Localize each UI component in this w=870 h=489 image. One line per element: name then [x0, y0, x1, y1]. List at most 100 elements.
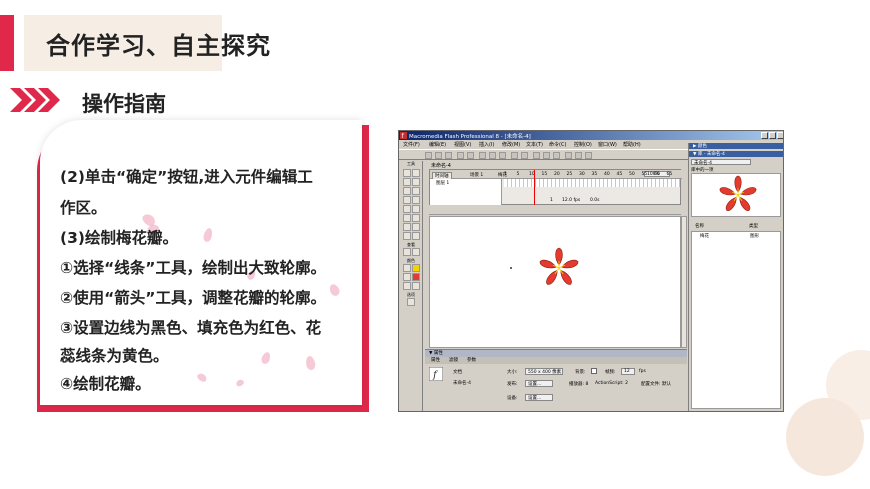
save-icon[interactable] [445, 152, 452, 159]
library-col-name[interactable]: 名称 [695, 223, 704, 229]
align-icon[interactable] [585, 152, 592, 159]
paste-icon[interactable] [499, 152, 506, 159]
fill-color-icon[interactable] [403, 273, 411, 281]
hand-tool-icon[interactable] [403, 248, 411, 256]
frame-number: 1 [504, 172, 507, 177]
instruction-line: ③设置边线为黑色、填充色为红色、花 [60, 319, 322, 337]
device-settings-button[interactable]: 设置... [525, 394, 553, 401]
frame-number: 45 [616, 172, 623, 177]
library-document-select[interactable]: 未命名-4 [691, 159, 751, 166]
instruction-line: (2)单击“确定”按钮,进入元件编辑工 [60, 168, 313, 186]
line-tool-icon[interactable] [403, 178, 411, 186]
copy-icon[interactable] [489, 152, 496, 159]
smooth-icon[interactable] [543, 152, 550, 159]
pen-tool-icon[interactable] [403, 187, 411, 195]
library-preview [691, 173, 781, 217]
snap-icon[interactable] [533, 152, 540, 159]
menu-text[interactable]: 文本(T) [526, 141, 543, 148]
close-button[interactable] [777, 132, 783, 139]
right-panel: ▶ 颜色 ▼ 库 - 未命名-4 未命名-4 库中的一项 名称 类型 梅花 图形 [688, 143, 783, 411]
fill-transform-tool-icon[interactable] [412, 214, 420, 222]
pencil-tool-icon[interactable] [403, 205, 411, 213]
tab-properties[interactable]: 属性 [431, 357, 440, 363]
scale-icon[interactable] [575, 152, 582, 159]
menu-file[interactable]: 文件(F) [403, 141, 420, 148]
frame-number: 20 [554, 172, 560, 177]
oval-tool-icon[interactable] [403, 196, 411, 204]
frame-number: 60 [654, 172, 660, 177]
rotate-icon[interactable] [565, 152, 572, 159]
section-heading: 操作指南 [82, 92, 166, 116]
library-panel-header[interactable]: ▼ 库 - 未命名-4 [689, 151, 783, 157]
menu-window[interactable]: 窗口(W) [598, 141, 617, 148]
main-toolbar [399, 149, 689, 160]
library-col-type[interactable]: 类型 [749, 223, 758, 229]
maximize-button[interactable] [769, 132, 776, 139]
color-panel-header[interactable]: ▶ 颜色 [689, 143, 783, 149]
menu-control[interactable]: 控制(O) [574, 141, 592, 148]
snap-option-icon[interactable] [407, 298, 415, 306]
publish-label: 发布: [507, 382, 518, 387]
eyedropper-tool-icon[interactable] [403, 232, 411, 240]
layer-name[interactable]: 图层 1 [436, 180, 449, 186]
text-tool-icon[interactable] [412, 187, 420, 195]
preview-icon[interactable] [467, 152, 474, 159]
new-file-icon[interactable] [425, 152, 432, 159]
redo-icon[interactable] [521, 152, 528, 159]
eraser-tool-icon[interactable] [412, 232, 420, 240]
scene-label[interactable]: 场景 1 [470, 172, 483, 178]
rectangle-tool-icon[interactable] [412, 196, 420, 204]
tab-parameters[interactable]: 参数 [467, 357, 476, 363]
stroke-color-icon[interactable] [403, 264, 411, 272]
lasso-tool-icon[interactable] [412, 178, 420, 186]
ink-bottle-tool-icon[interactable] [403, 223, 411, 231]
doc-type-label: 文档 [453, 370, 462, 375]
menu-view[interactable]: 视图(V) [454, 141, 471, 148]
print-icon[interactable] [457, 152, 464, 159]
flash-document-icon: f [429, 367, 443, 381]
plum-blossom-graphic[interactable] [538, 247, 580, 289]
paint-bucket-tool-icon[interactable] [412, 223, 420, 231]
menu-edit[interactable]: 编辑(E) [429, 141, 446, 148]
free-transform-tool-icon[interactable] [403, 214, 411, 222]
actions-header[interactable]: ▼ 属性 [425, 350, 687, 357]
size-button[interactable]: 550 x 400 像素 [525, 368, 563, 375]
fps-input[interactable]: 12 [621, 368, 635, 375]
frame-number: 15 [541, 172, 548, 177]
swap-colors-icon[interactable] [412, 282, 420, 290]
menu-insert[interactable]: 插入(I) [479, 141, 494, 148]
stage[interactable] [429, 216, 681, 348]
arrow-tool-icon[interactable] [403, 169, 411, 177]
brush-tool-icon[interactable] [412, 205, 420, 213]
stroke-swatch[interactable] [412, 264, 420, 272]
tab-filters[interactable]: 滤镜 [449, 357, 458, 363]
undo-icon[interactable] [511, 152, 518, 159]
frame-number: 50 [629, 172, 635, 177]
library-item-name[interactable]: 梅花 [700, 233, 709, 239]
doc-name: 未命名-4 [453, 381, 471, 386]
frame-number: 25 [566, 172, 573, 177]
frame-row[interactable] [504, 179, 680, 187]
menu-modify[interactable]: 修改(M) [502, 141, 520, 148]
minimize-button[interactable] [761, 132, 768, 139]
zoom-tool-icon[interactable] [412, 248, 420, 256]
flash-window: f Macromedia Flash Professional 8 - [未命名… [398, 130, 784, 412]
default-colors-icon[interactable] [403, 282, 411, 290]
subselect-tool-icon[interactable] [412, 169, 420, 177]
background-color-swatch[interactable] [591, 368, 597, 374]
menu-commands[interactable]: 命令(C) [549, 141, 566, 148]
menu-help[interactable]: 帮助(H) [623, 141, 641, 148]
tools-panel: 工具 查看 颜色 选项 [401, 161, 423, 411]
publish-settings-button[interactable]: 设置... [525, 380, 553, 387]
library-list: 梅花 图形 [691, 231, 781, 409]
background-label: 背景: [575, 370, 586, 375]
slide-title: 合作学习、自主探究 [46, 32, 271, 60]
stage-scrollbar[interactable] [681, 216, 687, 348]
cut-icon[interactable] [479, 152, 486, 159]
playhead[interactable] [534, 170, 535, 205]
straighten-icon[interactable] [553, 152, 560, 159]
instruction-line: ①选择“线条”工具，绘制出大致轮廓。 [60, 259, 326, 277]
open-file-icon[interactable] [435, 152, 442, 159]
flash-logo-icon: f [400, 132, 407, 139]
fill-swatch[interactable] [412, 273, 420, 281]
